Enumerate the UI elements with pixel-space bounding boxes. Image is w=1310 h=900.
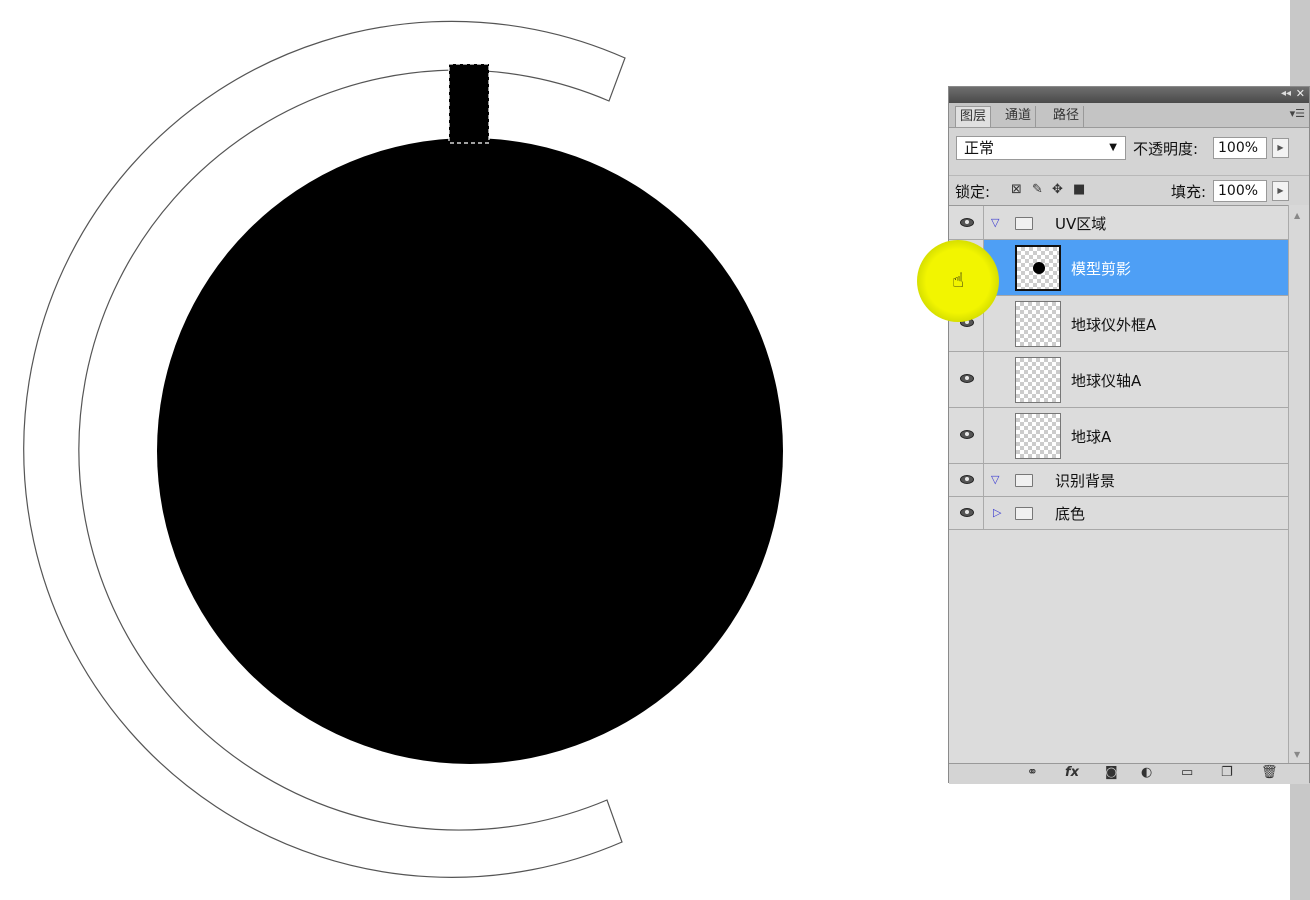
layers-panel: ◂◂ ✕ 图层 通道 路径 ▾☰ 正常 ▼ 不透明度: 100% ▶ 锁定: ⊠… — [948, 86, 1310, 784]
layer-model-silhouette[interactable]: 模型剪影 — [949, 240, 1289, 296]
globe-axis-selection — [448, 63, 490, 144]
link-icon[interactable]: ⚭ — [1027, 765, 1038, 780]
panel-tabs: 图层 通道 路径 ▾☰ — [949, 103, 1309, 128]
collapsed-triangle-icon[interactable]: ▷ — [993, 506, 1001, 519]
fill-label: 填充: — [1171, 183, 1207, 201]
collapse-icon[interactable]: ◂◂ — [1281, 88, 1291, 99]
lock-all-icon[interactable]: ■ — [1073, 182, 1085, 197]
layer-globe[interactable]: 地球A — [949, 408, 1289, 464]
visibility-cell — [949, 352, 984, 407]
eye-icon[interactable] — [960, 218, 974, 227]
layer-thumbnail — [1015, 245, 1061, 291]
expand-triangle-icon[interactable]: ▽ — [991, 473, 999, 486]
folder-icon — [1015, 217, 1033, 230]
tab-layers[interactable]: 图层 — [955, 106, 992, 127]
scroll-down-icon[interactable]: ▼ — [1294, 750, 1300, 759]
eye-icon[interactable] — [960, 374, 974, 383]
eye-icon[interactable] — [960, 508, 974, 517]
lock-move-icon[interactable]: ✥ — [1052, 182, 1063, 197]
lock-label: 锁定: — [955, 183, 991, 201]
opacity-label: 不透明度: — [1133, 140, 1199, 158]
visibility-cell — [949, 497, 984, 529]
close-icon[interactable]: ✕ — [1296, 87, 1305, 100]
tab-channels[interactable]: 通道 — [1001, 106, 1037, 127]
scroll-up-icon[interactable]: ▲ — [1294, 211, 1300, 220]
fill-input[interactable]: 100% — [1213, 180, 1267, 202]
layer-name: 识别背景 — [1055, 472, 1116, 490]
mask-icon[interactable]: ◙ — [1105, 765, 1118, 780]
layers-bottom-bar: ⚭ fx ◙ ◐ ▭ ❐ 🗑 — [949, 763, 1309, 784]
blend-mode-select[interactable]: 正常 ▼ — [956, 136, 1126, 160]
chevron-down-icon: ▼ — [1109, 142, 1117, 153]
lock-transparency-icon[interactable]: ⊠ — [1011, 182, 1022, 197]
layer-name: 地球仪外框A — [1071, 316, 1157, 334]
globe-silhouette-shape — [157, 138, 783, 764]
visibility-cell — [949, 206, 984, 239]
layer-group-recognition-bg[interactable]: ▽ 识别背景 — [949, 464, 1289, 497]
hand-cursor-icon: ☝ — [952, 268, 965, 292]
layer-thumbnail — [1015, 413, 1061, 459]
opacity-arrow-button[interactable]: ▶ — [1272, 138, 1289, 158]
layer-name: UV区域 — [1055, 215, 1107, 233]
expand-triangle-icon[interactable]: ▽ — [991, 216, 999, 229]
visibility-cell — [949, 464, 984, 496]
trash-icon[interactable]: 🗑 — [1261, 765, 1278, 780]
folder-icon — [1015, 507, 1033, 520]
adjustment-icon[interactable]: ◐ — [1141, 765, 1152, 780]
layers-list: ▽ UV区域 模型剪影 地球仪外框A 地球仪轴A 地球A ▽ 识别背景 ▷ 底色 — [949, 205, 1289, 764]
opacity-input[interactable]: 100% — [1213, 137, 1267, 159]
layers-scrollbar[interactable]: ▲ ▼ — [1288, 205, 1309, 763]
folder-icon — [1015, 474, 1033, 487]
fx-icon[interactable]: fx — [1065, 765, 1079, 780]
new-layer-icon[interactable]: ❐ — [1221, 765, 1233, 780]
layer-name: 地球A — [1071, 428, 1112, 446]
eye-icon[interactable] — [960, 475, 974, 484]
eye-icon[interactable] — [960, 430, 974, 439]
layer-group-base-color[interactable]: ▷ 底色 — [949, 497, 1289, 530]
layer-globe-axis[interactable]: 地球仪轴A — [949, 352, 1289, 408]
layer-group-uv-region[interactable]: ▽ UV区域 — [949, 206, 1289, 240]
lock-fill-row: 锁定: ⊠ ✎ ✥ ■ 填充: 100% ▶ — [949, 175, 1309, 206]
blend-opacity-row: 正常 ▼ 不透明度: 100% ▶ — [949, 131, 1309, 167]
layer-globe-frame[interactable]: 地球仪外框A — [949, 296, 1289, 352]
fill-arrow-button[interactable]: ▶ — [1272, 181, 1289, 201]
new-group-icon[interactable]: ▭ — [1181, 765, 1193, 780]
blend-mode-value: 正常 — [964, 139, 995, 157]
lock-paint-icon[interactable]: ✎ — [1032, 182, 1043, 197]
layer-name: 底色 — [1055, 505, 1086, 523]
panel-menu-icon[interactable]: ▾☰ — [1290, 107, 1305, 120]
tab-paths[interactable]: 路径 — [1049, 106, 1085, 127]
layer-name: 模型剪影 — [1071, 260, 1132, 278]
panel-titlebar: ◂◂ ✕ — [949, 87, 1309, 103]
visibility-cell — [949, 408, 984, 463]
layer-thumbnail — [1015, 301, 1061, 347]
layer-thumbnail — [1015, 357, 1061, 403]
layer-name: 地球仪轴A — [1071, 372, 1142, 390]
